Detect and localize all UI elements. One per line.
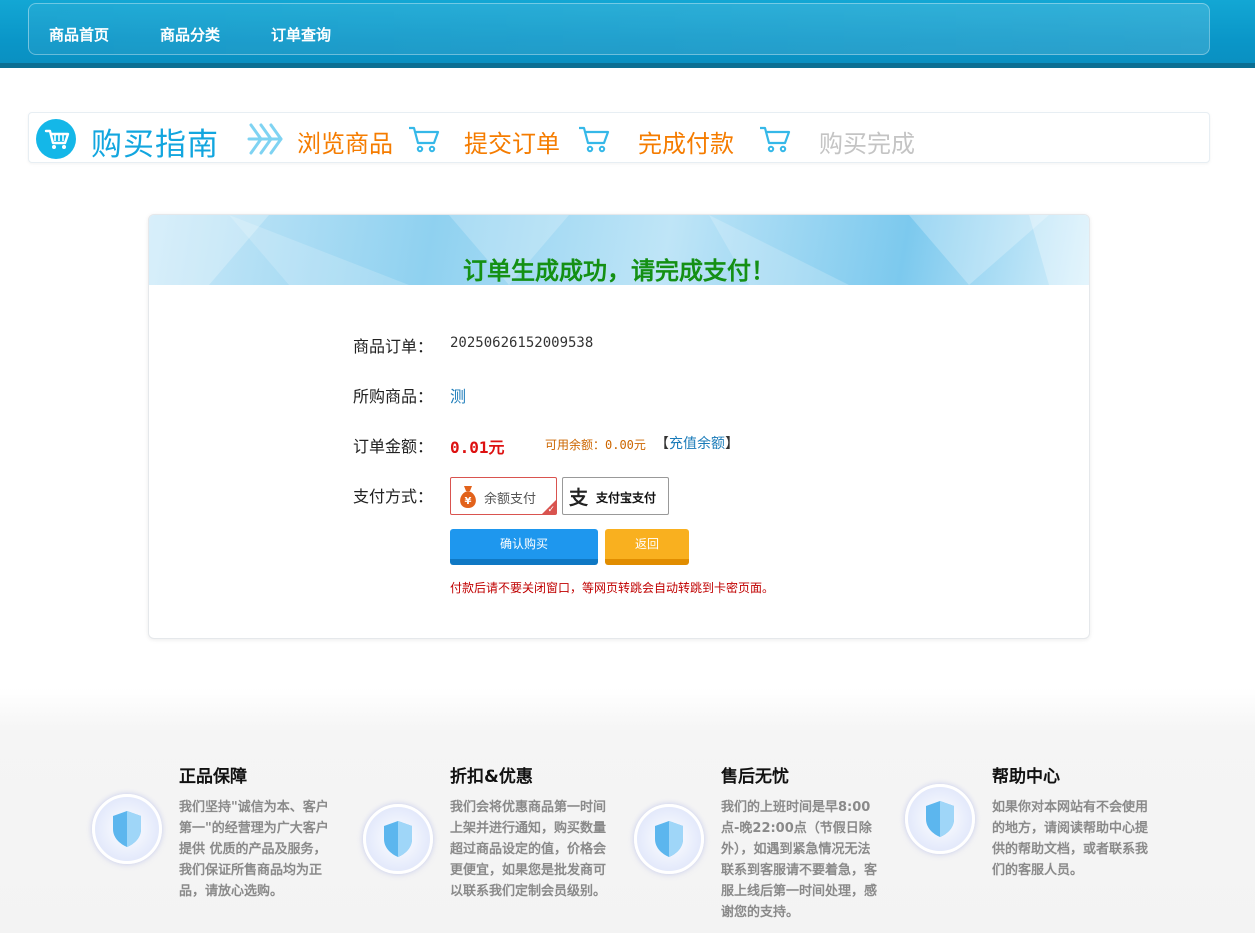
pay-option-balance-label: 余额支付	[484, 492, 537, 507]
recharge-balance-link[interactable]: 充值余额	[669, 436, 725, 452]
pay-option-alipay-label: 支付宝支付	[596, 491, 657, 505]
back-button[interactable]: 返回	[605, 529, 689, 565]
feature-title-authentic: 正品保障	[179, 767, 247, 787]
cart-icon	[36, 119, 76, 159]
payment-notice: 付款后请不要关闭窗口，等网页转跳会自动转跳到卡密页面。	[450, 581, 775, 595]
feature-text-aftersales: 我们的上班时间是早8:00点-晚22:00点（节假日除外），如遇到紧急情况无法联…	[721, 800, 878, 920]
top-navbar: 商品首页 商品分类 订单查询	[0, 0, 1255, 68]
guide-step-submit: 提交订单	[464, 130, 560, 158]
guide-step-pay: 完成付款	[638, 130, 734, 158]
pay-option-alipay[interactable]: 支 支付宝支付	[562, 477, 669, 515]
money-bag-icon: ¥	[460, 486, 476, 508]
chevrons-right-icon	[247, 123, 283, 155]
cart-outline-icon	[409, 126, 440, 153]
order-card: 订单生成成功，请完成支付！ 商品订单： 20250626152009538 所购…	[148, 214, 1090, 639]
product-name-link[interactable]: 测	[450, 383, 466, 407]
check-icon: ✓	[547, 505, 555, 515]
alipay-icon: 支	[569, 487, 589, 508]
amount-label: 订单金额：	[353, 437, 434, 456]
shield-icon	[905, 784, 975, 854]
order-number-value: 20250626152009538	[450, 335, 594, 351]
svg-text:¥: ¥	[465, 496, 472, 507]
bracket-open: 【	[655, 436, 669, 452]
feature-title-help: 帮助中心	[992, 767, 1060, 787]
recharge-group: 【充值余额】	[655, 433, 739, 453]
confirm-purchase-button[interactable]: 确认购买	[450, 529, 598, 565]
shield-icon	[92, 794, 162, 864]
feature-text-authentic: 我们坚持"诚信为本、客户第一"的经营理为广大客户提供 优质的产品及服务，我们保证…	[179, 800, 329, 899]
bracket-close: 】	[725, 436, 739, 452]
guide-title: 购买指南	[91, 127, 219, 163]
feature-title-discount: 折扣&优惠	[450, 767, 533, 787]
nav-item-order-query[interactable]: 订单查询	[271, 24, 331, 45]
payment-method-label: 支付方式：	[353, 487, 434, 506]
available-balance: 可用余额：0.00元	[545, 438, 646, 452]
shield-icon	[363, 804, 433, 874]
guide-step-browse: 浏览商品	[297, 130, 393, 158]
product-label: 所购商品：	[353, 387, 434, 406]
guide-step-done: 购买完成	[819, 130, 915, 158]
shield-icon	[634, 804, 704, 874]
cart-outline-icon	[760, 126, 791, 153]
cart-outline-icon	[579, 126, 610, 153]
nav-item-home[interactable]: 商品首页	[49, 24, 109, 45]
order-success-title: 订单生成成功，请完成支付！	[463, 257, 775, 285]
footer-features: 正品保障 我们坚持"诚信为本、客户第一"的经营理为广大客户提供 优质的产品及服务…	[0, 688, 1255, 933]
feature-text-help: 如果你对本网站有不会使用的地方，请阅读帮助中心提供的帮助文档，或者联系我们的客服…	[992, 800, 1149, 878]
order-number-label: 商品订单：	[353, 337, 434, 356]
nav-item-categories[interactable]: 商品分类	[160, 24, 220, 45]
feature-title-aftersales: 售后无忧	[721, 767, 789, 787]
feature-text-discount: 我们会将优惠商品第一时间上架并进行通知，购买数量超过商品设定的值，价格会更便宜，…	[450, 800, 607, 899]
nav-container: 商品首页 商品分类 订单查询	[28, 3, 1210, 55]
card-header-banner: 订单生成成功，请完成支付！	[149, 215, 1089, 285]
svg-text:支: 支	[569, 487, 589, 508]
order-amount-value: 0.01元	[450, 438, 505, 457]
purchase-guide-bar: 购买指南 浏览商品 提交订单 完成付款 购买完成	[28, 112, 1210, 163]
pay-option-balance[interactable]: ¥ 余额支付 ✓	[450, 477, 557, 515]
